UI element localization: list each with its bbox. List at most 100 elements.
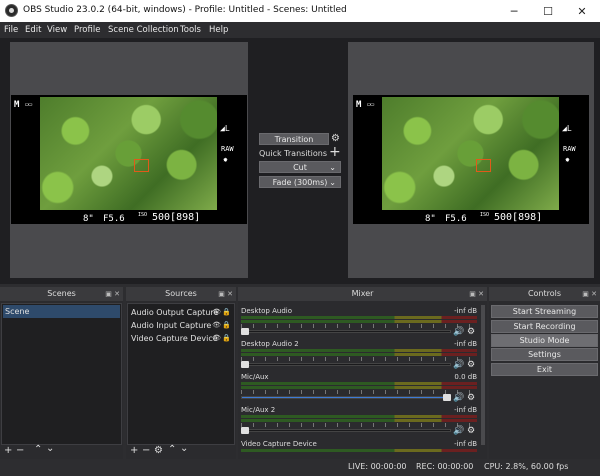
move-up-icon[interactable]: ⌃ (168, 444, 176, 455)
mixer-scrollbar[interactable] (481, 305, 485, 445)
mode-indicator: M (356, 100, 362, 110)
iso-label: ISO (480, 212, 490, 218)
volume-meter (241, 419, 477, 422)
menu-bar: File Edit View Profile Scene Collection … (0, 22, 600, 38)
volume-slider[interactable] (241, 396, 451, 399)
settings-button[interactable]: Settings (491, 348, 598, 361)
volume-meter (241, 349, 477, 352)
lock-icon[interactable]: 🔒 (222, 306, 231, 319)
source-properties-icon[interactable]: ⚙ (154, 445, 163, 456)
scenes-list[interactable]: Scene (1, 303, 122, 445)
quick-transitions-label: Quick Transitions (259, 149, 328, 158)
mixer-channel: Mic/Aux 2 -inf dB 🔊 ⚙ (241, 406, 477, 440)
shots-remaining: 500[898] (152, 212, 201, 223)
gear-icon[interactable]: ⚙ (467, 393, 475, 403)
scenes-dock-header: Scenes ▣ ✕ (0, 287, 123, 301)
remove-source-icon[interactable]: − (142, 445, 150, 456)
speaker-icon[interactable]: 🔊 (453, 393, 464, 403)
minimize-button[interactable]: ─ (497, 0, 531, 22)
program-pane[interactable]: M ▭▭ ◢L RAW ✸ 8" F5.6 ISO 500[898] (348, 42, 594, 278)
remove-scene-icon[interactable]: − (16, 445, 24, 456)
channel-name: Mic/Aux 2 (241, 406, 276, 414)
gear-icon[interactable]: ⚙ (467, 426, 475, 436)
source-item-label: Audio Output Capture (131, 308, 219, 317)
source-item[interactable]: Video Capture Device 👁 🔒 (129, 332, 233, 345)
scenes-title: Scenes (47, 289, 76, 298)
slider-knob[interactable] (241, 328, 250, 335)
controls-dock-header: Controls ▣ ✕ (489, 287, 600, 301)
camera-feed-image (382, 97, 559, 210)
volume-meter (241, 316, 477, 319)
close-button[interactable]: ✕ (565, 0, 599, 22)
source-item[interactable]: Audio Output Capture 👁 🔒 (129, 306, 233, 319)
chevron-down-icon: ⌄ (329, 163, 336, 172)
move-down-icon[interactable]: ⌄ (180, 443, 188, 454)
lock-icon[interactable]: 🔒 (222, 332, 231, 345)
sources-list[interactable]: Audio Output Capture 👁 🔒 Audio Input Capt… (127, 303, 235, 445)
menu-tools[interactable]: Tools (180, 25, 201, 35)
float-icon[interactable]: ▣ ✕ (218, 287, 233, 301)
preview-screen: M ▭▭ ◢L RAW ✸ 8" F5.6 ISO 500[898] (11, 95, 247, 224)
menu-file[interactable]: File (4, 25, 18, 35)
raw-indicator: RAW (563, 145, 576, 153)
add-scene-icon[interactable]: + (4, 445, 12, 456)
eye-icon[interactable]: 👁 (212, 319, 221, 332)
cut-select[interactable]: Cut ⌄ (259, 161, 341, 173)
mixer-channel: Video Capture Device -inf dB (241, 440, 477, 458)
preview-pane[interactable]: M ▭▭ ◢L RAW ✸ 8" F5.6 ISO 500[898] (10, 42, 248, 278)
volume-slider[interactable] (241, 330, 451, 333)
eye-icon[interactable]: 👁 (212, 306, 221, 319)
sources-dock: Sources ▣ ✕ Audio Output Capture 👁 🔒 Audi… (126, 287, 236, 459)
slider-knob[interactable] (241, 361, 250, 368)
eye-icon[interactable]: 👁 (212, 332, 221, 345)
obs-logo-icon (5, 4, 18, 17)
channel-name: Video Capture Device (241, 440, 317, 448)
iso-label: ISO (138, 212, 148, 218)
channel-db: -inf dB (454, 340, 477, 348)
battery-icon: ▭▭ (367, 101, 375, 108)
exit-button[interactable]: Exit (491, 363, 598, 376)
speaker-icon[interactable]: 🔊 (453, 360, 464, 370)
add-icon[interactable]: + (329, 144, 341, 160)
fade-select[interactable]: Fade (300ms) ⌄ (259, 176, 341, 188)
channel-db: -inf dB (454, 440, 477, 448)
scene-item[interactable]: Scene (3, 305, 120, 318)
scenes-dock: Scenes ▣ ✕ Scene + − ⌃ ⌄ (0, 287, 123, 459)
transition-button[interactable]: Transition (259, 133, 329, 145)
gear-icon[interactable]: ⚙ (467, 360, 475, 370)
source-item[interactable]: Audio Input Capture 👁 🔒 (129, 319, 233, 332)
flash-icon: ✸ (223, 155, 228, 164)
volume-meter (241, 415, 477, 418)
maximize-button[interactable]: ☐ (531, 0, 565, 22)
rec-status: REC: 00:00:00 (416, 462, 474, 471)
meter-scale (241, 390, 477, 394)
studio-mode-button[interactable]: Studio Mode (491, 334, 598, 347)
lock-icon[interactable]: 🔒 (222, 319, 231, 332)
controls-title: Controls (527, 289, 562, 298)
volume-slider[interactable] (241, 429, 451, 432)
volume-slider[interactable] (241, 363, 451, 366)
meter-scale (241, 423, 477, 427)
move-down-icon[interactable]: ⌄ (46, 443, 54, 454)
slider-fill (242, 397, 450, 398)
float-icon[interactable]: ▣ ✕ (105, 287, 120, 301)
add-source-icon[interactable]: + (130, 445, 138, 456)
sources-title: Sources (165, 289, 197, 298)
gear-icon[interactable]: ⚙ (467, 327, 475, 337)
slider-knob[interactable] (241, 427, 250, 434)
start-recording-button[interactable]: Start Recording (491, 320, 598, 333)
float-icon[interactable]: ▣ ✕ (582, 287, 597, 301)
source-item-label: Audio Input Capture (131, 321, 212, 330)
gear-icon[interactable]: ⚙ (331, 133, 340, 144)
move-up-icon[interactable]: ⌃ (34, 444, 42, 455)
slider-knob[interactable] (443, 394, 451, 401)
start-streaming-button[interactable]: Start Streaming (491, 305, 598, 318)
float-icon[interactable]: ▣ ✕ (469, 287, 484, 301)
menu-help[interactable]: Help (209, 25, 228, 35)
menu-view[interactable]: View (47, 25, 67, 35)
speaker-icon[interactable]: 🔊 (453, 426, 464, 436)
menu-scene-collection[interactable]: Scene Collection (108, 25, 179, 35)
menu-profile[interactable]: Profile (74, 25, 100, 35)
menu-edit[interactable]: Edit (25, 25, 41, 35)
speaker-icon[interactable]: 🔊 (453, 327, 464, 337)
